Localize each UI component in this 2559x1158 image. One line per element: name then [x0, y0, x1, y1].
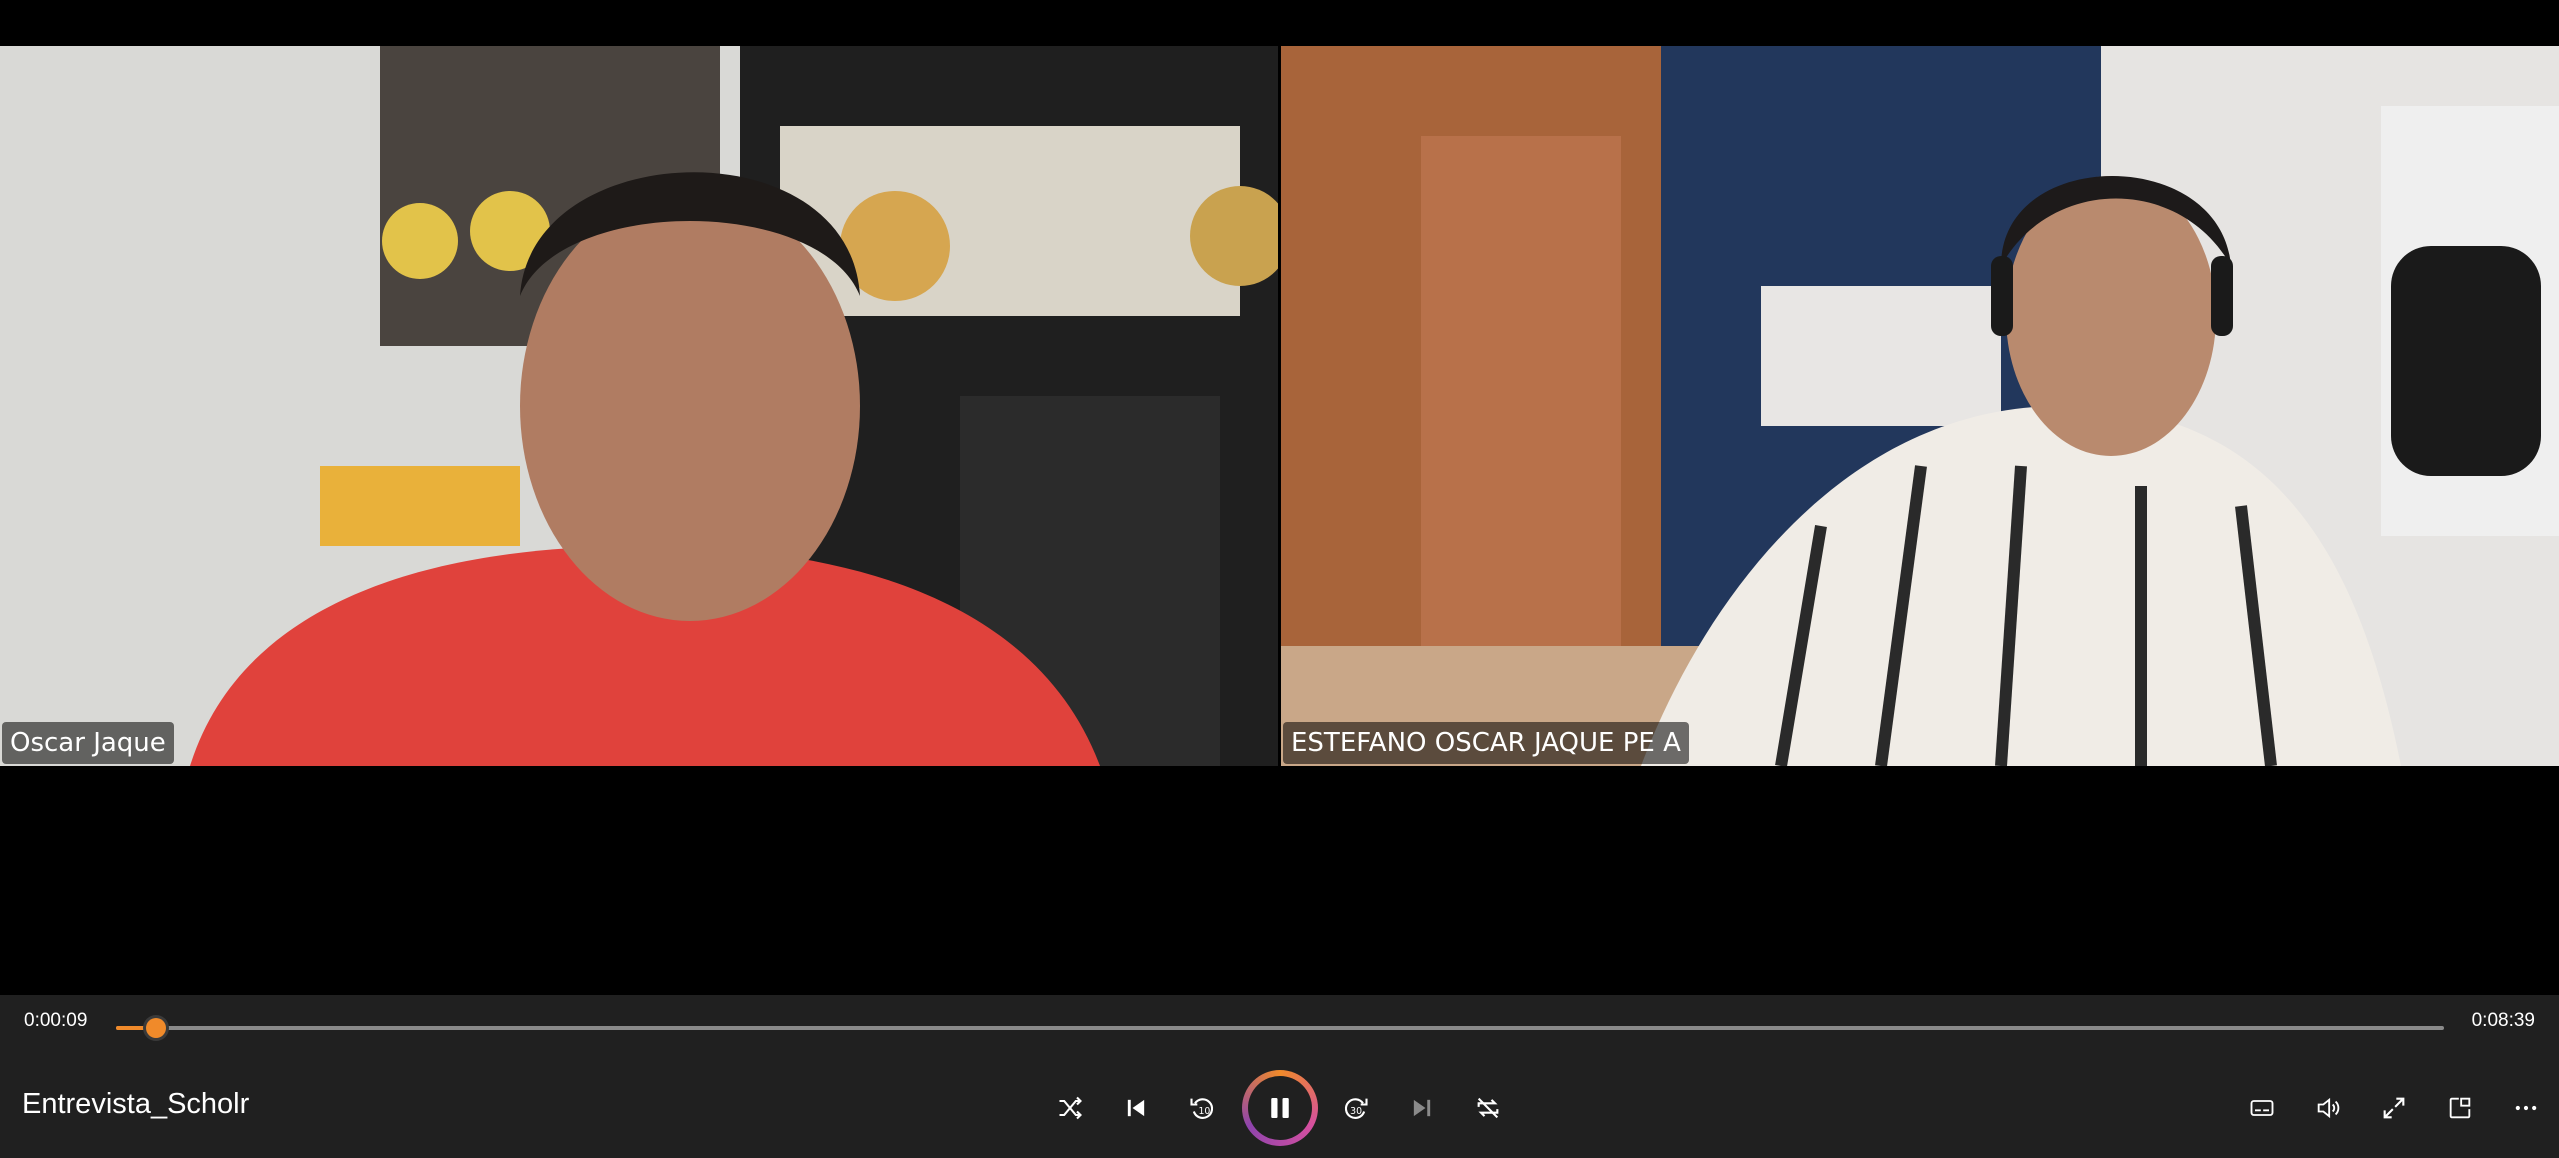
video-canvas[interactable]: Oscar Jaque ESTEFANO OSCAR JAQUE PE A [0, 0, 2559, 995]
svg-text:10: 10 [1199, 1106, 1211, 1117]
shuffle-button[interactable] [1044, 1082, 1096, 1134]
participant-video-frame [1281, 46, 2559, 766]
participant-video-oscar: Oscar Jaque [0, 46, 1278, 766]
volume-button[interactable] [2302, 1082, 2354, 1134]
fullscreen-button[interactable] [2368, 1082, 2420, 1134]
next-icon [1413, 1099, 1431, 1117]
participant-name-tag: ESTEFANO OSCAR JAQUE PE A [1283, 722, 1689, 764]
next-button[interactable] [1396, 1082, 1448, 1134]
volume-icon [2317, 1097, 2340, 1119]
more-icon [2515, 1105, 2537, 1111]
previous-icon [1127, 1099, 1145, 1117]
repeat-off-icon [1477, 1097, 1499, 1119]
pause-button-inner [1248, 1076, 1312, 1140]
media-title: Entrevista_Scholr [22, 1088, 250, 1120]
more-options-button[interactable] [2500, 1082, 2552, 1134]
forward-30-button[interactable]: 30 [1330, 1082, 1382, 1134]
participant-video-frame [0, 46, 1278, 766]
participant-video-estefano: ESTEFANO OSCAR JAQUE PE A [1281, 46, 2559, 766]
fullscreen-icon [2383, 1097, 2405, 1119]
captions-icon [2250, 1100, 2274, 1116]
forward-30-icon: 30 [1344, 1098, 1368, 1119]
seek-bar[interactable] [116, 1016, 2444, 1040]
total-duration: 0:08:39 [2471, 1010, 2535, 1031]
rewind-10-icon: 10 [1190, 1098, 1214, 1119]
shuffle-icon [1059, 1096, 1082, 1120]
repeat-button[interactable] [1462, 1082, 1514, 1134]
seek-thumb[interactable] [145, 1018, 166, 1038]
mini-player-button[interactable] [2434, 1082, 2486, 1134]
participant-name-tag: Oscar Jaque [2, 722, 174, 764]
pause-icon [1271, 1098, 1289, 1118]
svg-text:30: 30 [1350, 1106, 1362, 1117]
pause-button[interactable] [1242, 1070, 1318, 1146]
current-time: 0:00:09 [24, 1010, 88, 1031]
rewind-10-button[interactable]: 10 [1176, 1082, 1228, 1134]
seek-track [116, 1026, 2444, 1030]
captions-button[interactable] [2236, 1082, 2288, 1134]
mini-player-icon [2449, 1097, 2471, 1119]
previous-button[interactable] [1110, 1082, 1162, 1134]
